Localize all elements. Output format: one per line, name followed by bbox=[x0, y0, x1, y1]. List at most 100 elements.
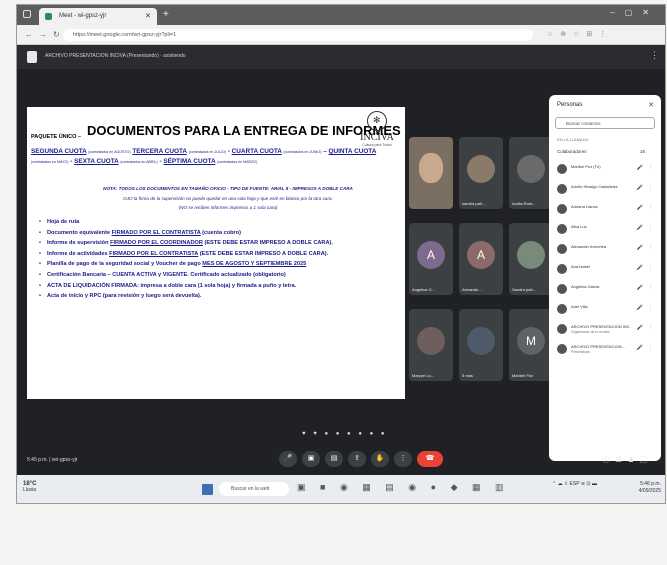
tab-actions-icon[interactable] bbox=[23, 10, 31, 18]
participant-tile[interactable] bbox=[409, 137, 453, 209]
participant-tile[interactable]: sandra pati... bbox=[459, 137, 503, 209]
taskbar-app-icons[interactable]: ▣ ■ ◉ ▦ ▤ ◉ ● ◆ ▦ ▥ bbox=[297, 482, 510, 493]
mic-icon[interactable]: 🎤 bbox=[637, 165, 643, 171]
participant-tile[interactable]: A Armando ... bbox=[459, 223, 503, 295]
camera-feed bbox=[419, 153, 443, 183]
collaborators-header[interactable]: Colaboradores 16 bbox=[557, 149, 655, 154]
meeting-time-code: 5:45 p.m. | wri-gpsz-yjr bbox=[27, 457, 78, 463]
participant-list-item[interactable]: ARCHIVO PRESENTACION... Presentando 🎤 ⋮ bbox=[553, 341, 657, 361]
more-icon[interactable]: ⋮ bbox=[648, 285, 653, 291]
more-icon[interactable]: ⋮ bbox=[648, 305, 653, 311]
slide-title: DOCUMENTOS PARA LA ENTREGA DE INFORMES bbox=[87, 123, 401, 138]
end-call-button[interactable]: ☎ bbox=[417, 451, 443, 467]
participant-list-item[interactable]: Maribel Flor (Tú) 🎤 ⋮ bbox=[553, 161, 657, 181]
more-icon[interactable]: ⋮ bbox=[648, 265, 653, 271]
requirement-text: Planilla de pago de la seguridad social … bbox=[46, 261, 203, 268]
participant-list-item[interactable]: ARCHIVO PRESENTACION INC Organizador de l… bbox=[553, 321, 657, 341]
people-search-input[interactable]: Buscar contactos bbox=[555, 117, 655, 129]
more-icon[interactable]: ⋮ bbox=[648, 185, 653, 191]
reaction-emojis[interactable]: ♥ ♥ ● ● ● ● ● ● bbox=[302, 431, 388, 437]
participant-avatar bbox=[557, 224, 567, 234]
taskbar-search-input[interactable]: Buscar en la web bbox=[219, 482, 289, 496]
requirement-text: Informe de actividades bbox=[46, 250, 110, 257]
mic-button[interactable]: 🎤 bbox=[279, 451, 297, 467]
cuota-label: SEGUNDA CUOTA bbox=[31, 148, 87, 155]
window-controls[interactable]: –▢✕ bbox=[610, 8, 659, 17]
participant-tile[interactable]: Maryori Lo... bbox=[409, 309, 453, 381]
more-icon[interactable]: ⋮ bbox=[648, 325, 653, 331]
participant-avatar bbox=[557, 324, 567, 334]
mic-icon[interactable]: 🎤 bbox=[637, 205, 643, 211]
more-icon[interactable]: ⋮ bbox=[648, 345, 653, 351]
participant-list-item[interactable]: Alba Luz 🎤 ⋮ bbox=[553, 221, 657, 241]
participant-tile[interactable]: A Angelica G... bbox=[409, 223, 453, 295]
participant-list-item[interactable]: Alexander Arrechea 🎤 ⋮ bbox=[553, 241, 657, 261]
new-tab-icon[interactable]: + bbox=[163, 9, 169, 20]
tab-title: Meet - wi-gpsz-yjr bbox=[59, 13, 107, 19]
participant-list-name: Ana Isabel bbox=[571, 264, 590, 269]
browser-tab-bar: Meet - wi-gpsz-yjr ✕ + –▢✕ bbox=[17, 5, 665, 25]
weather-widget[interactable]: 18°C Lluvia bbox=[23, 481, 36, 493]
close-panel-icon[interactable]: ✕ bbox=[648, 101, 654, 109]
participant-list-item[interactable]: Adriana Llanos 🎤 ⋮ bbox=[553, 201, 657, 221]
mic-icon[interactable]: 🎤 bbox=[637, 185, 643, 191]
participant-tile[interactable]: Sandra pati... bbox=[509, 223, 553, 295]
more-icon[interactable]: ⋮ bbox=[648, 245, 653, 251]
mic-icon[interactable]: 🎤 bbox=[637, 265, 643, 271]
mic-icon[interactable]: 🎤 bbox=[637, 285, 643, 291]
nav-buttons[interactable]: ←→↻ bbox=[25, 30, 66, 39]
taskbar-clock[interactable]: 5:46 p.m. 4/09/2025 bbox=[639, 481, 661, 495]
participant-avatar: A bbox=[417, 241, 445, 269]
participant-tile[interactable]: Aurita Rodr... bbox=[509, 137, 553, 209]
in-call-section-label: EN LA LLAMADA bbox=[557, 137, 589, 142]
participant-avatar bbox=[557, 304, 567, 314]
captions-button[interactable]: ▤ bbox=[325, 451, 343, 467]
requirement-underlined: FIRMADO POR EL COORDINADOR bbox=[110, 240, 203, 247]
slide-note-format: NOTA: TODOS LOS DOCUMENTOS EN TAMAÑO OFI… bbox=[103, 186, 353, 191]
requirement-underlined: MES DE AGOSTO Y SEPTIEMBRE 2025 bbox=[202, 261, 307, 268]
shared-slide: DOCUMENTOS PARA LA ENTREGA DE INFORMES P… bbox=[27, 107, 405, 399]
raise-hand-button[interactable]: ✋ bbox=[371, 451, 389, 467]
more-icon[interactable]: ⋮ bbox=[648, 165, 653, 171]
participant-tile[interactable]: M Maribel Flor bbox=[509, 309, 553, 381]
requirement-underlined: FIRMADO POR EL CONTRATISTA bbox=[109, 250, 199, 257]
participant-list-name: Alba Luz bbox=[571, 224, 587, 229]
participant-list-item[interactable]: Ariel Villa 🎤 ⋮ bbox=[553, 301, 657, 321]
participant-name: 5 más bbox=[462, 373, 473, 378]
mic-icon[interactable]: 🎤 bbox=[637, 305, 643, 311]
inciva-logo: INCIVA Cultura para Todos bbox=[357, 111, 397, 147]
more-icon[interactable]: ⋮ bbox=[648, 205, 653, 211]
more-icon[interactable]: ⋮ bbox=[648, 225, 653, 231]
mic-icon[interactable]: 🎤 bbox=[637, 225, 643, 231]
requirement-item: Planilla de pago de la seguridad social … bbox=[39, 261, 401, 272]
browser-toolbar-icons[interactable]: ☆⊕☆⊞⋮ bbox=[547, 30, 613, 38]
side-panel-icons[interactable]: ⓘ☰♟▢ bbox=[602, 455, 653, 465]
windows-start-icon[interactable] bbox=[202, 484, 213, 495]
mic-icon[interactable]: 🎤 bbox=[637, 345, 643, 351]
more-options-icon[interactable]: ⋮ bbox=[650, 50, 659, 61]
cuota-note: (contratados en JUNIO) bbox=[283, 150, 322, 154]
requirement-text: Documento equivalente bbox=[46, 229, 112, 236]
more-button[interactable]: ⋮ bbox=[394, 451, 412, 467]
system-tray[interactable]: ⌃ ☁ ⇩ ESP ≋ ⊡ ▬ bbox=[552, 481, 597, 487]
participant-tile[interactable]: 5 más bbox=[459, 309, 503, 381]
participant-list-item[interactable]: Angelica Garcia 🎤 ⋮ bbox=[553, 281, 657, 301]
participant-avatar bbox=[557, 264, 567, 274]
cuota-label: TERCERA CUOTA bbox=[132, 148, 187, 155]
close-tab-icon[interactable]: ✕ bbox=[145, 12, 151, 20]
mic-icon[interactable]: 🎤 bbox=[637, 245, 643, 251]
participant-role: Presentando bbox=[571, 350, 591, 354]
browser-tab[interactable]: Meet - wi-gpsz-yjr ✕ bbox=[39, 8, 157, 25]
participant-name: Maryori Lo... bbox=[412, 373, 435, 378]
url-field[interactable]: https://meet.google.com/wri-gpsz-yjr?pli… bbox=[63, 29, 533, 41]
cuota-note: (contratados en AGOSTO) bbox=[88, 150, 131, 154]
participant-list-item[interactable]: Adolfo Hidalgo Castañeda 🎤 ⋮ bbox=[553, 181, 657, 201]
cuota-note: (contratados en MARZO) bbox=[217, 160, 258, 164]
present-button[interactable]: ⇪ bbox=[348, 451, 366, 467]
participant-list-item[interactable]: Ana Isabel 🎤 ⋮ bbox=[553, 261, 657, 281]
people-panel: Personas ✕ Buscar contactos EN LA LLAMAD… bbox=[549, 95, 661, 461]
slide-note-firma: OJO la firma de la supervisión no puede … bbox=[123, 196, 333, 201]
camera-button[interactable]: ▣ bbox=[302, 451, 320, 467]
cuota-note: (contratados en MAYO) bbox=[31, 160, 69, 164]
mic-icon[interactable]: 🎤 bbox=[637, 325, 643, 331]
